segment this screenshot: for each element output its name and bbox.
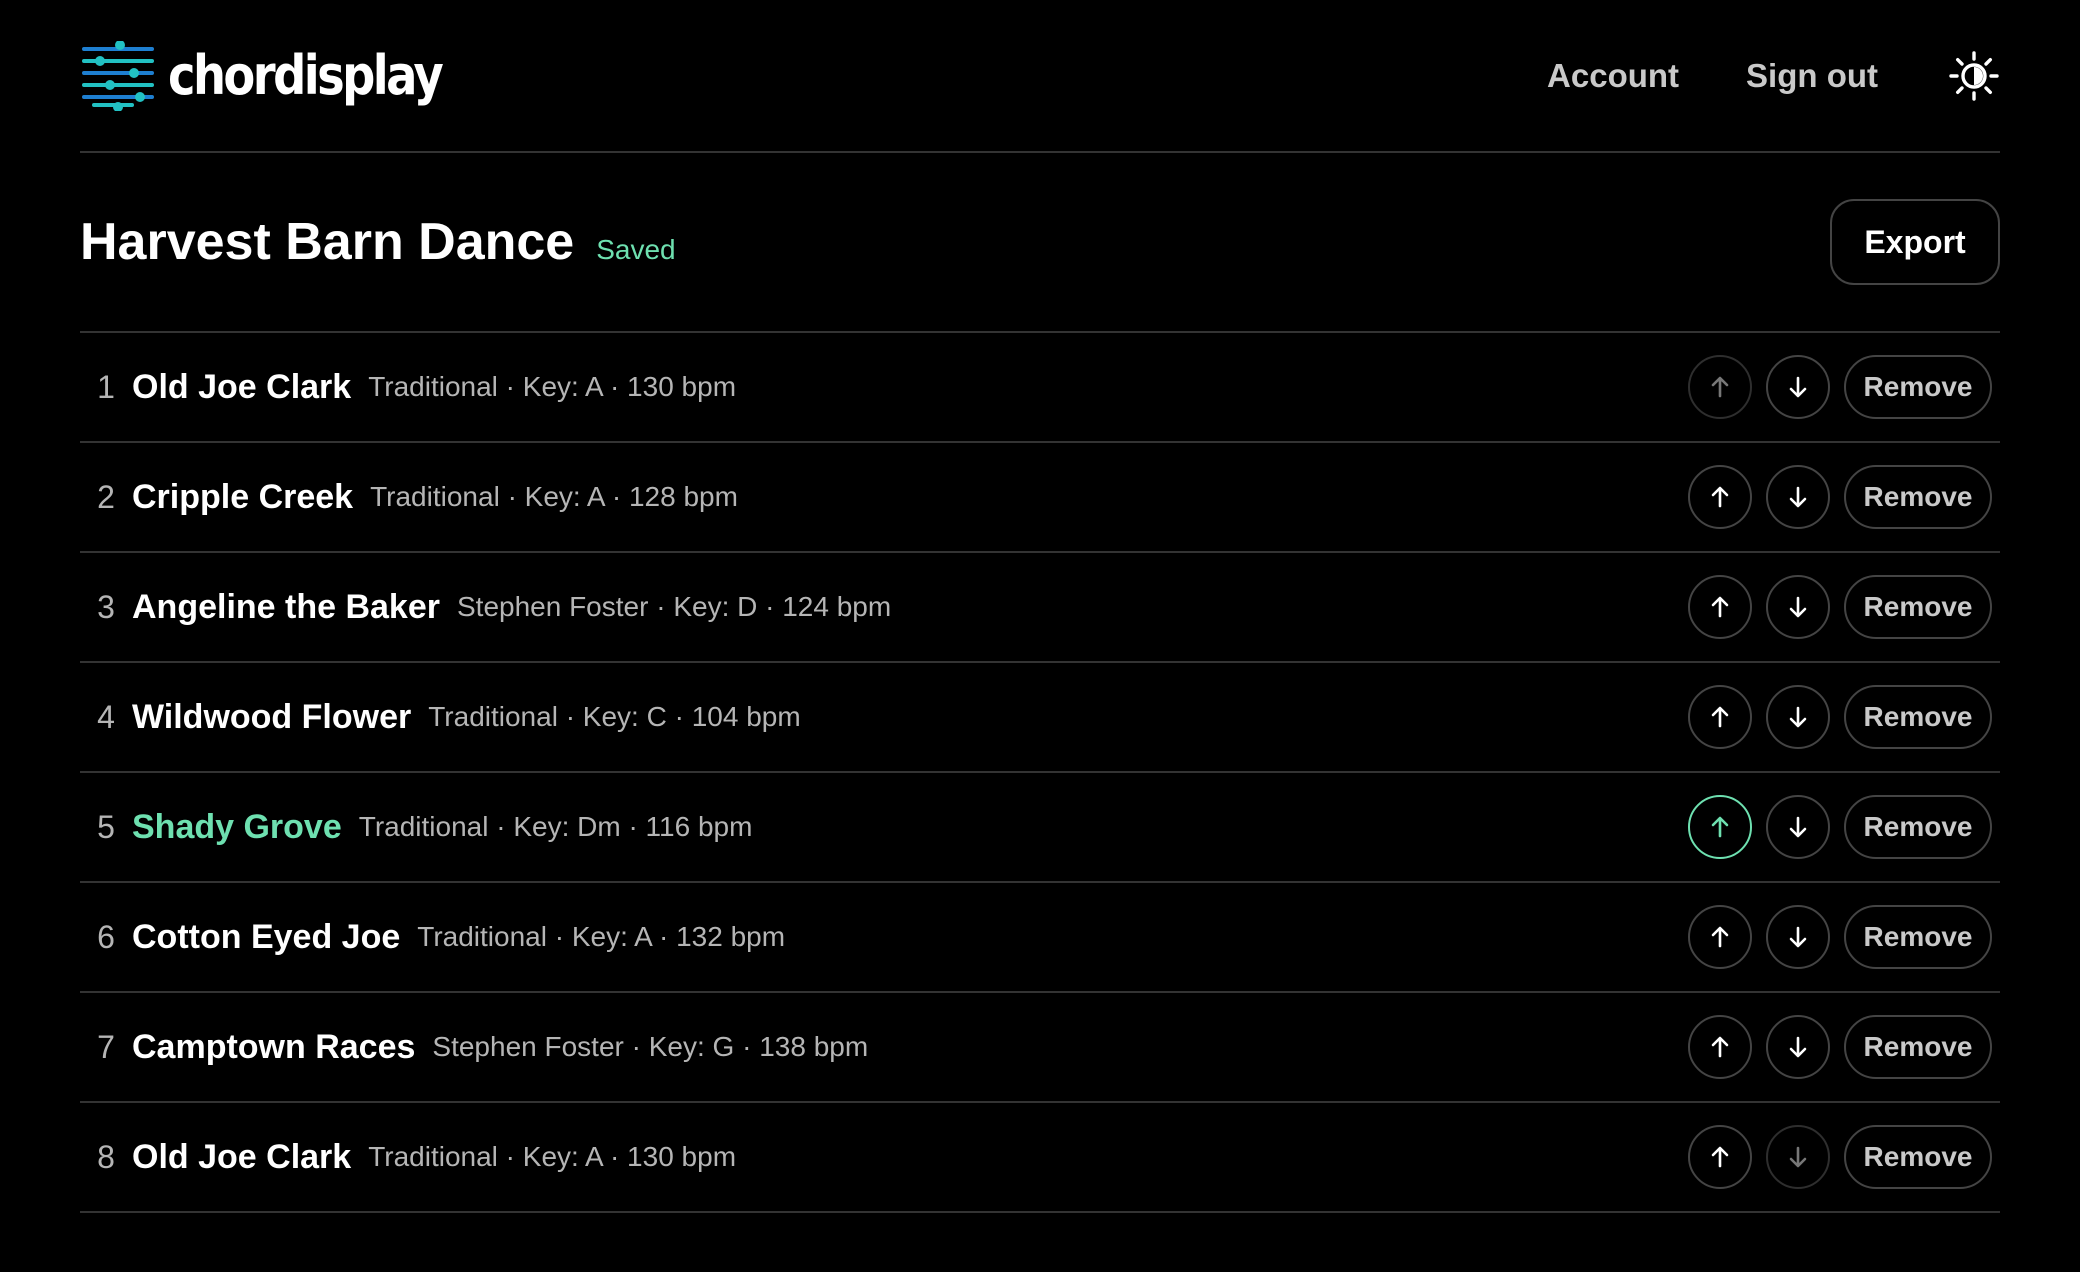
move-up-button[interactable] bbox=[1688, 795, 1752, 859]
arrow-up-icon bbox=[1711, 706, 1729, 728]
song-meta: Stephen Foster · Key: G · 138 bpm bbox=[432, 1031, 869, 1062]
move-down-button[interactable] bbox=[1766, 685, 1830, 749]
song-title[interactable]: Cripple Creek bbox=[132, 478, 353, 517]
song-row: 8 Old Joe Clark Traditional · Key: A · 1… bbox=[80, 1103, 2000, 1213]
remove-button[interactable]: Remove bbox=[1844, 1015, 1992, 1079]
song-row: 7 Camptown Races Stephen Foster · Key: G… bbox=[80, 993, 2000, 1103]
song-index: 2 bbox=[97, 478, 115, 515]
move-up-button[interactable] bbox=[1688, 465, 1752, 529]
page: chordisplay Account Sign out Harvest Bar… bbox=[0, 0, 2080, 1272]
arrow-up-icon bbox=[1711, 376, 1729, 398]
song-list: 1 Old Joe Clark Traditional · Key: A · 1… bbox=[80, 333, 2000, 1213]
arrow-down-icon bbox=[1789, 1146, 1807, 1168]
move-up-button[interactable] bbox=[1688, 575, 1752, 639]
remove-button[interactable]: Remove bbox=[1844, 575, 1992, 639]
arrow-down-icon bbox=[1789, 706, 1807, 728]
arrow-down-icon bbox=[1789, 486, 1807, 508]
arrow-up-icon bbox=[1711, 1146, 1729, 1168]
song-index: 7 bbox=[97, 1028, 115, 1065]
top-header: chordisplay Account Sign out bbox=[80, 0, 2000, 153]
arrow-up-icon bbox=[1711, 486, 1729, 508]
song-meta: Traditional · Key: C · 104 bpm bbox=[428, 701, 801, 732]
song-meta: Traditional · Key: Dm · 116 bpm bbox=[358, 811, 753, 842]
song-index: 3 bbox=[97, 588, 115, 625]
song-meta: Traditional · Key: A · 130 bpm bbox=[368, 371, 737, 402]
arrow-up-icon bbox=[1711, 596, 1729, 618]
song-row: 3 Angeline the Baker Stephen Foster · Ke… bbox=[80, 553, 2000, 663]
arrow-down-icon bbox=[1789, 816, 1807, 838]
song-title[interactable]: Old Joe Clark bbox=[132, 1138, 351, 1177]
song-title[interactable]: Shady Grove bbox=[132, 808, 342, 847]
move-up-button[interactable] bbox=[1688, 905, 1752, 969]
move-down-button[interactable] bbox=[1766, 1125, 1830, 1189]
page-title: Harvest Barn Dance bbox=[80, 213, 575, 271]
song-meta: Traditional · Key: A · 130 bpm bbox=[368, 1141, 737, 1172]
move-up-button[interactable] bbox=[1688, 1015, 1752, 1079]
saved-status: Saved bbox=[596, 234, 676, 265]
arrow-up-icon bbox=[1711, 926, 1729, 948]
song-meta: Traditional · Key: A · 128 bpm bbox=[370, 481, 738, 512]
sun-icon bbox=[1949, 50, 1999, 101]
song-title[interactable]: Camptown Races bbox=[132, 1028, 415, 1067]
song-row: 6 Cotton Eyed Joe Traditional · Key: A ·… bbox=[80, 883, 2000, 993]
song-index: 4 bbox=[97, 698, 115, 735]
remove-button[interactable]: Remove bbox=[1844, 905, 1992, 969]
song-title[interactable]: Angeline the Baker bbox=[132, 588, 440, 627]
arrow-up-icon bbox=[1711, 1036, 1729, 1058]
move-up-button[interactable] bbox=[1688, 355, 1752, 419]
song-index: 1 bbox=[97, 368, 115, 405]
move-up-button[interactable] bbox=[1688, 685, 1752, 749]
song-index: 6 bbox=[97, 918, 115, 955]
song-row: 5 Shady Grove Traditional · Key: Dm · 11… bbox=[80, 773, 2000, 883]
signout-link[interactable]: Sign out bbox=[1746, 57, 1878, 95]
move-down-button[interactable] bbox=[1766, 465, 1830, 529]
song-index: 8 bbox=[97, 1138, 115, 1175]
setlist-title-group: Harvest Barn Dance Saved bbox=[80, 212, 676, 272]
equalizer-logo-icon bbox=[82, 40, 154, 111]
song-index: 5 bbox=[97, 808, 115, 845]
move-down-button[interactable] bbox=[1766, 355, 1830, 419]
song-row: 2 Cripple Creek Traditional · Key: A · 1… bbox=[80, 443, 2000, 553]
arrow-down-icon bbox=[1789, 926, 1807, 948]
app-name: chordisplay bbox=[168, 44, 444, 107]
song-row: 1 Old Joe Clark Traditional · Key: A · 1… bbox=[80, 333, 2000, 443]
song-meta: Stephen Foster · Key: D · 124 bpm bbox=[456, 591, 892, 622]
move-down-button[interactable] bbox=[1766, 795, 1830, 859]
song-title[interactable]: Cotton Eyed Joe bbox=[132, 918, 400, 957]
export-button[interactable]: Export bbox=[1830, 199, 2000, 285]
arrow-down-icon bbox=[1789, 1036, 1807, 1058]
move-down-button[interactable] bbox=[1766, 575, 1830, 639]
remove-button[interactable]: Remove bbox=[1844, 1125, 1992, 1189]
arrow-up-icon bbox=[1711, 816, 1729, 838]
song-meta: Traditional · Key: A · 132 bpm bbox=[417, 921, 786, 952]
remove-button[interactable]: Remove bbox=[1844, 355, 1992, 419]
arrow-down-icon bbox=[1789, 376, 1807, 398]
account-link[interactable]: Account bbox=[1547, 57, 1679, 95]
song-title[interactable]: Wildwood Flower bbox=[132, 698, 411, 737]
remove-button[interactable]: Remove bbox=[1844, 685, 1992, 749]
move-down-button[interactable] bbox=[1766, 905, 1830, 969]
move-up-button[interactable] bbox=[1688, 1125, 1752, 1189]
song-row: 4 Wildwood Flower Traditional · Key: C ·… bbox=[80, 663, 2000, 773]
arrow-down-icon bbox=[1789, 596, 1807, 618]
setlist-header: Harvest Barn Dance Saved Export bbox=[80, 153, 2000, 333]
remove-button[interactable]: Remove bbox=[1844, 795, 1992, 859]
theme-toggle-button[interactable] bbox=[1948, 50, 2000, 102]
remove-button[interactable]: Remove bbox=[1844, 465, 1992, 529]
logo[interactable]: chordisplay bbox=[80, 40, 486, 111]
move-down-button[interactable] bbox=[1766, 1015, 1830, 1079]
top-nav: Account Sign out bbox=[1480, 50, 2000, 102]
song-title[interactable]: Old Joe Clark bbox=[132, 368, 351, 407]
